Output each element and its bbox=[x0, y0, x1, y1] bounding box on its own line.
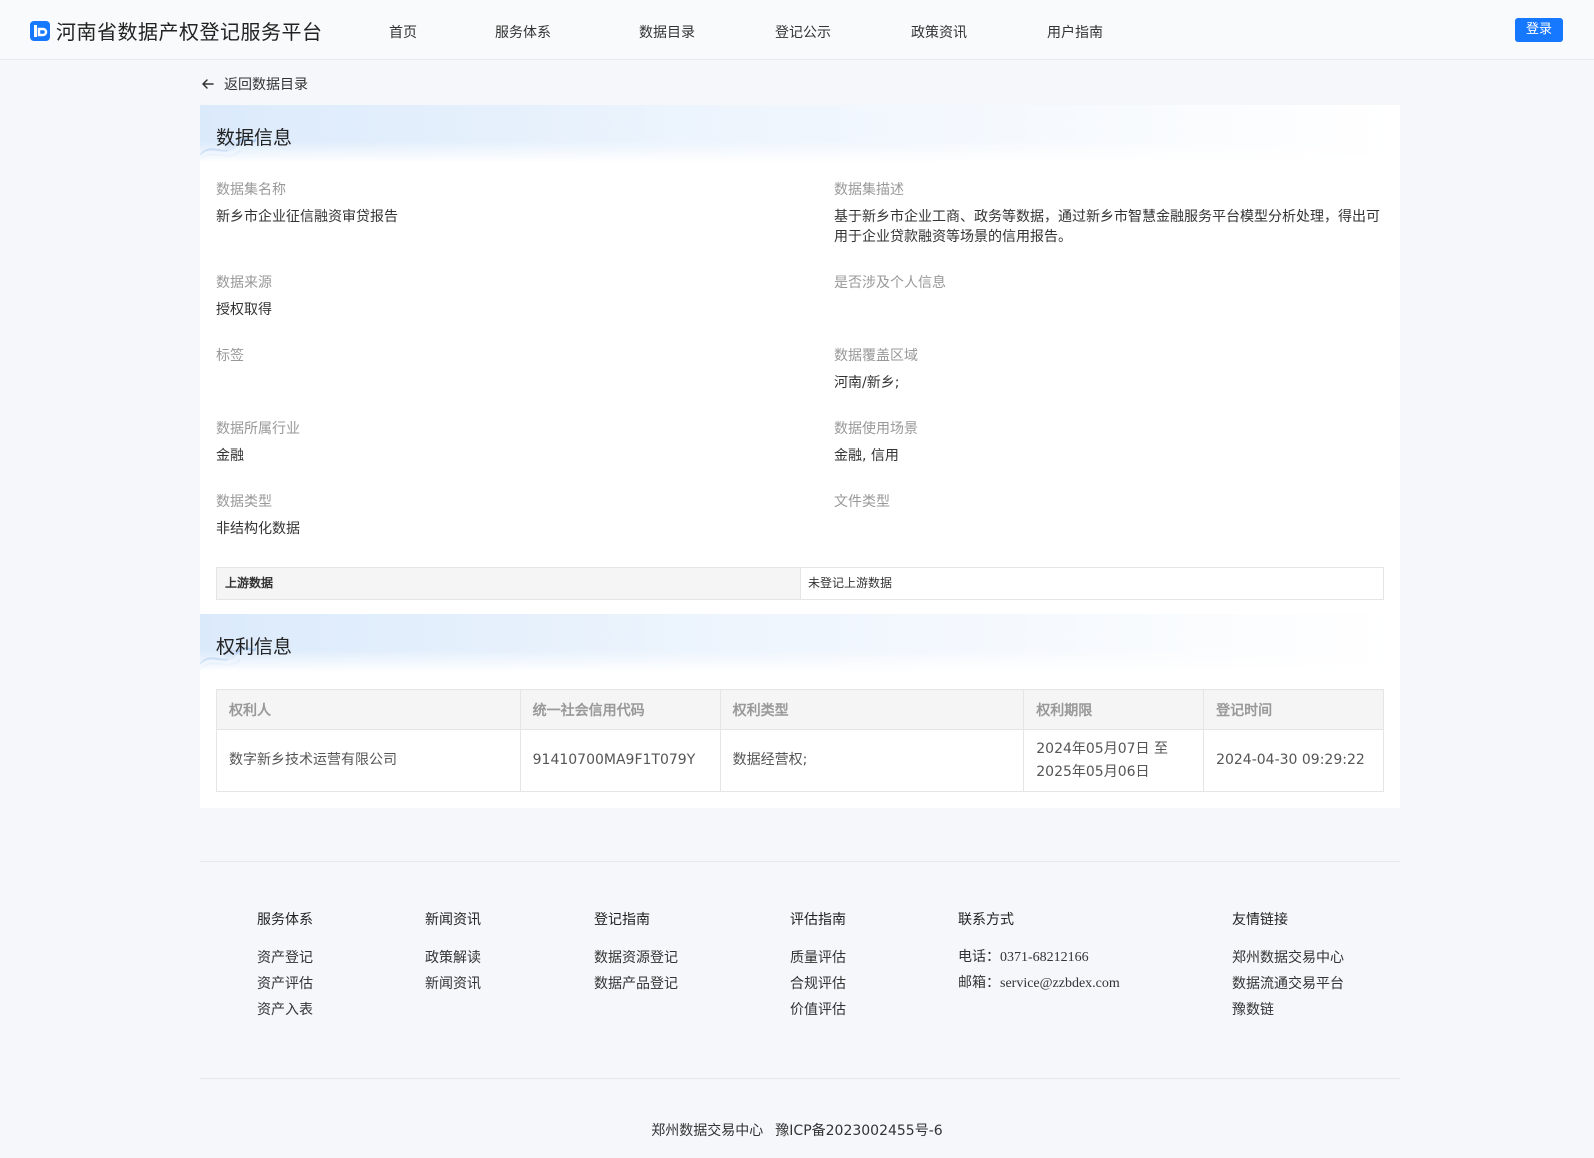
field-coverage-area: 数据覆盖区域 河南/新乡; bbox=[834, 347, 1394, 393]
field-dataset-description: 数据集描述 基于新乡市企业工商、政务等数据，通过新乡市智慧金融服务平台模型分析处… bbox=[834, 181, 1384, 247]
column-header: 权利人 bbox=[216, 689, 521, 730]
icp-number[interactable]: 豫ICP备2023002455号-6 bbox=[775, 1123, 942, 1139]
rights-info-title: 权利信息 bbox=[216, 636, 293, 658]
column-header: 统一社会信用代码 bbox=[519, 689, 721, 730]
footer-link[interactable]: 数据产品登记 bbox=[594, 975, 678, 993]
top-header: 河南省数据产权登记服务平台 首页 服务体系 数据目录 登记公示 政策资讯 用户指… bbox=[0, 0, 1594, 60]
footer-col-title: 友情链接 bbox=[1232, 912, 1288, 928]
field-industry: 数据所属行业 金融 bbox=[216, 420, 776, 466]
footer-col-title: 登记指南 bbox=[594, 912, 650, 928]
footer-col-title: 服务体系 bbox=[257, 912, 313, 928]
back-to-catalog-link[interactable]: 返回数据目录 bbox=[200, 74, 308, 94]
copyright-bar: 郑州数据交易中心 豫ICP备2023002455号-6 bbox=[0, 1120, 1594, 1140]
footer-org: 郑州数据交易中心 bbox=[651, 1123, 764, 1139]
nav-policy-news[interactable]: 政策资讯 bbox=[911, 22, 967, 42]
footer-link[interactable]: 郑州数据交易中心 bbox=[1232, 949, 1344, 967]
upstream-value: 未登记上游数据 bbox=[808, 576, 893, 590]
site-title: 河南省数据产权登记服务平台 bbox=[56, 20, 323, 44]
cell-registered-time: 2024-04-30 09:29:22 bbox=[1203, 729, 1384, 792]
arrow-left-icon bbox=[202, 79, 214, 89]
cell-holder: 数字新乡技术运营有限公司 bbox=[216, 729, 521, 792]
footer-link[interactable]: 资产评估 bbox=[257, 975, 313, 993]
field-label: 数据集描述 bbox=[834, 182, 904, 198]
footer-link[interactable]: 豫数链 bbox=[1232, 1001, 1344, 1019]
field-label: 是否涉及个人信息 bbox=[834, 275, 946, 291]
back-label: 返回数据目录 bbox=[224, 77, 308, 93]
footer-link[interactable]: 数据资源登记 bbox=[594, 949, 678, 967]
field-label: 文件类型 bbox=[834, 494, 890, 510]
logo-icon bbox=[30, 20, 50, 41]
field-value: 河南/新乡; bbox=[834, 375, 900, 391]
footer-divider bbox=[200, 861, 1400, 862]
field-file-type: 文件类型 bbox=[834, 493, 1394, 519]
rights-info-card: 权利信息 权利人 统一社会信用代码 权利类型 权利期限 登记时间 数字新乡技术运… bbox=[200, 614, 1400, 808]
period-start: 2024年05月07日 至 bbox=[1036, 740, 1168, 757]
rights-info-header: 权利信息 bbox=[200, 614, 1400, 672]
contact-phone: 电话：0371-68212166 bbox=[958, 950, 1089, 965]
column-header: 登记时间 bbox=[1203, 689, 1384, 730]
main-nav: 首页 服务体系 数据目录 登记公示 政策资讯 用户指南 bbox=[389, 22, 1155, 42]
footer-col-title: 联系方式 bbox=[958, 912, 1014, 928]
period-end: 2025年05月06日 bbox=[1036, 763, 1150, 780]
nav-user-guide[interactable]: 用户指南 bbox=[1047, 22, 1103, 42]
contact-email[interactable]: 邮箱：service@zzbdex.com bbox=[958, 975, 1120, 993]
field-usage-scenario: 数据使用场景 金融, 信用 bbox=[834, 420, 1394, 466]
footer-link[interactable]: 合规评估 bbox=[790, 975, 846, 993]
field-value: 授权取得 bbox=[216, 302, 272, 318]
field-value: 非结构化数据 bbox=[216, 521, 300, 537]
nav-data-catalog[interactable]: 数据目录 bbox=[639, 22, 695, 42]
footer-col-title: 新闻资讯 bbox=[425, 912, 481, 928]
footer-col-service: 服务体系 资产登记 资产评估 资产入表 bbox=[257, 911, 313, 1027]
footer-divider bbox=[200, 1078, 1400, 1079]
field-label: 数据使用场景 bbox=[834, 421, 918, 437]
field-data-source: 数据来源 授权取得 bbox=[216, 274, 776, 320]
table-header-row: 权利人 统一社会信用代码 权利类型 权利期限 登记时间 bbox=[216, 689, 1384, 730]
footer-link[interactable]: 新闻资讯 bbox=[425, 975, 481, 993]
footer-link[interactable]: 价值评估 bbox=[790, 1001, 846, 1019]
footer-link[interactable]: 数据流通交易平台 bbox=[1232, 975, 1344, 993]
rights-table: 权利人 统一社会信用代码 权利类型 权利期限 登记时间 数字新乡技术运营有限公司… bbox=[216, 689, 1384, 792]
field-label: 数据来源 bbox=[216, 275, 272, 291]
field-value: 金融, 信用 bbox=[834, 448, 899, 464]
footer-link[interactable]: 政策解读 bbox=[425, 949, 481, 967]
data-info-title: 数据信息 bbox=[216, 127, 293, 149]
field-data-type: 数据类型 非结构化数据 bbox=[216, 493, 776, 539]
data-info-header: 数据信息 bbox=[200, 105, 1400, 163]
field-tags: 标签 bbox=[216, 347, 776, 373]
table-row: 数字新乡技术运营有限公司 91410700MA9F1T079Y 数据经营权; 2… bbox=[216, 729, 1384, 792]
field-value: 金融 bbox=[216, 448, 244, 464]
cell-credit-code: 91410700MA9F1T079Y bbox=[519, 729, 721, 792]
footer-col-title: 评估指南 bbox=[790, 912, 846, 928]
footer-col-contact: 联系方式 电话：0371-68212166 邮箱：service@zzbdex.… bbox=[958, 911, 1120, 1001]
field-dataset-name: 数据集名称 新乡市企业征信融资审贷报告 bbox=[216, 181, 776, 227]
footer-link[interactable]: 资产入表 bbox=[257, 1001, 313, 1019]
footer-col-registration-guide: 登记指南 数据资源登记 数据产品登记 bbox=[594, 911, 678, 1001]
cell-right-type: 数据经营权; bbox=[719, 729, 1025, 792]
column-header: 权利期限 bbox=[1023, 689, 1205, 730]
field-label: 数据集名称 bbox=[216, 182, 286, 198]
footer-col-friend-links: 友情链接 郑州数据交易中心 数据流通交易平台 豫数链 bbox=[1232, 911, 1344, 1027]
footer-link[interactable]: 资产登记 bbox=[257, 949, 313, 967]
nav-service-system[interactable]: 服务体系 bbox=[495, 22, 551, 42]
column-header: 权利类型 bbox=[719, 689, 1025, 730]
nav-registration-notice[interactable]: 登记公示 bbox=[775, 22, 831, 42]
upstream-data-table: 上游数据 未登记上游数据 bbox=[216, 567, 1384, 600]
footer-col-evaluation-guide: 评估指南 质量评估 合规评估 价值评估 bbox=[790, 911, 846, 1027]
cell-right-period: 2024年05月07日 至 2025年05月06日 bbox=[1023, 729, 1205, 792]
field-label: 数据覆盖区域 bbox=[834, 348, 918, 364]
field-label: 数据类型 bbox=[216, 494, 272, 510]
data-info-card: 数据信息 数据集名称 新乡市企业征信融资审贷报告 数据集描述 基于新乡市企业工商… bbox=[200, 105, 1400, 615]
nav-home[interactable]: 首页 bbox=[389, 22, 417, 42]
field-label: 标签 bbox=[216, 348, 244, 364]
login-button[interactable]: 登录 bbox=[1515, 18, 1563, 42]
site-logo[interactable]: 河南省数据产权登记服务平台 bbox=[30, 16, 323, 45]
field-personal-info: 是否涉及个人信息 bbox=[834, 274, 1394, 300]
field-label: 数据所属行业 bbox=[216, 421, 300, 437]
field-value: 基于新乡市企业工商、政务等数据，通过新乡市智慧金融服务平台模型分析处理，得出可用… bbox=[834, 209, 1380, 245]
footer-col-news: 新闻资讯 政策解读 新闻资讯 bbox=[425, 911, 481, 1001]
field-value: 新乡市企业征信融资审贷报告 bbox=[216, 209, 398, 225]
footer-link[interactable]: 质量评估 bbox=[790, 949, 846, 967]
upstream-label: 上游数据 bbox=[217, 568, 801, 599]
